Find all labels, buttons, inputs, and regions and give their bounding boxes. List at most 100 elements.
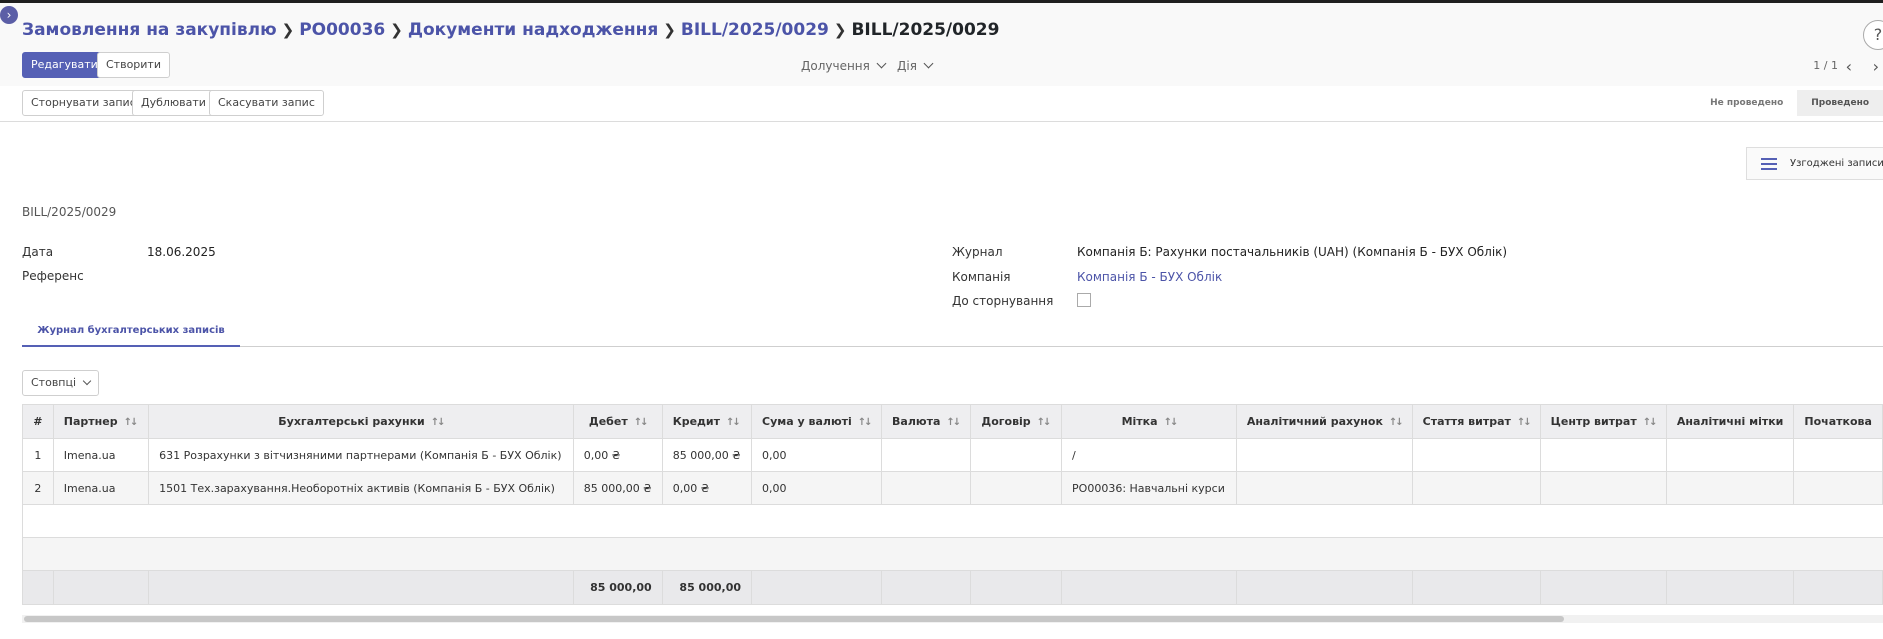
duplicate-button[interactable]: Дублювати <box>132 90 215 116</box>
col-currency[interactable]: Валюта ↑↓ <box>881 404 972 439</box>
sort-icon: ↑↓ <box>726 417 741 428</box>
reverse-entry-button[interactable]: Сторнувати запис <box>22 90 145 116</box>
cell-contract <box>970 471 1063 505</box>
chevron-down-icon <box>876 58 887 69</box>
cell-currency <box>881 471 972 505</box>
cell-partner: Imena.ua <box>52 471 150 505</box>
col-accounts[interactable]: Бухгалтерські рахунки ↑↓ <box>148 404 574 439</box>
sort-icon: ↑↓ <box>857 417 873 428</box>
col-debit[interactable]: Дебет ↑↓ <box>572 404 663 439</box>
sort-icon: ↑↓ <box>430 417 446 428</box>
edit-button[interactable]: Редагувати <box>22 52 107 78</box>
cell-analytic-tags <box>1665 471 1795 505</box>
cell-analytic-account <box>1235 471 1413 505</box>
status-bar: Сторнувати запис Дублювати Скасувати зап… <box>0 86 1883 122</box>
cell-debit: 0,00 ₴ <box>572 438 663 472</box>
col-contract[interactable]: Договір ↑↓ <box>970 404 1063 439</box>
columns-label: Стовпці <box>31 376 77 389</box>
chevron-down-icon <box>82 376 92 386</box>
empty-row <box>22 537 1883 571</box>
breadcrumb-po[interactable]: PO00036 <box>299 20 385 40</box>
cell-debit: 85 000,00 ₴ <box>572 471 663 505</box>
col-partner[interactable]: Партнер ↑↓ <box>52 404 150 439</box>
col-amount-currency[interactable]: Сума у валюті ↑↓ <box>751 404 883 439</box>
tab-journal-items[interactable]: Журнал бухгалтерських записів <box>22 321 240 347</box>
cell-cost-center <box>1539 471 1667 505</box>
breadcrumb-separator-icon: ❯ <box>281 21 295 39</box>
breadcrumb-receipts[interactable]: Документи надходження <box>408 20 658 40</box>
cancel-entry-button[interactable]: Скасувати запис <box>209 90 324 116</box>
cell-currency <box>881 438 972 472</box>
chevron-left-icon[interactable]: ‹ <box>1846 57 1852 76</box>
total-debit: 85 000,00 <box>572 570 663 605</box>
reconciled-entries-button[interactable]: Узгоджені записи <box>1746 147 1883 180</box>
chevron-down-icon <box>923 58 934 69</box>
cell-account: 1501 Тех.зарахування.Необоротніх активів… <box>148 471 574 505</box>
breadcrumb-separator-icon: ❯ <box>390 21 403 39</box>
status-draft[interactable]: Не проведено <box>1696 90 1797 116</box>
col-cost-center[interactable]: Центр витрат ↑↓ <box>1539 404 1667 439</box>
create-button[interactable]: Створити <box>97 52 170 78</box>
attachments-label: Долучення <box>801 59 870 73</box>
pager-value: 1 / 1 <box>1813 59 1838 72</box>
col-initial[interactable]: Початкова <box>1793 404 1883 439</box>
help-button[interactable]: ? <box>1863 20 1883 50</box>
col-analytic-account[interactable]: Аналітичний рахунок ↑↓ <box>1235 404 1413 439</box>
cell-label: / <box>1061 438 1237 472</box>
cell-contract <box>970 438 1063 472</box>
record-title: BILL/2025/0029 <box>22 205 117 219</box>
cell-amount-currency: 0,00 <box>751 471 883 505</box>
breadcrumb-bill[interactable]: BILL/2025/0029 <box>681 20 829 40</box>
table-row[interactable]: 2 Imena.ua 1501 Тех.зарахування.Необорот… <box>22 471 1883 505</box>
col-analytic-tags[interactable]: Аналітичні мітки <box>1665 404 1795 439</box>
cell-label: PO00036: Навчальні курси <box>1061 471 1237 505</box>
row-index: 2 <box>22 471 54 505</box>
total-credit: 85 000,00 <box>661 570 753 605</box>
cell-cost-center <box>1539 438 1667 472</box>
cell-analytic-account <box>1235 438 1413 472</box>
sort-icon: ↑↓ <box>633 417 649 428</box>
chevron-right-icon[interactable]: › <box>1873 57 1879 76</box>
cell-partner: Imena.ua <box>52 438 150 472</box>
cell-credit: 0,00 ₴ <box>661 471 753 505</box>
breadcrumb-separator-icon: ❯ <box>833 21 847 39</box>
breadcrumb-purchase-orders[interactable]: Замовлення на закупівлю <box>22 20 277 40</box>
col-index: # <box>22 404 54 439</box>
cell-amount-currency: 0,00 <box>751 438 883 472</box>
journal-value: Компанія Б: Рахунки постачальників (UAH)… <box>1077 245 1508 259</box>
attachments-dropdown[interactable]: Долучення <box>801 58 887 73</box>
breadcrumb-current: BILL/2025/0029 <box>851 20 1000 40</box>
to-reverse-label: До сторнування <box>952 294 1054 308</box>
journal-label: Журнал <box>952 245 1003 259</box>
cell-expense-item <box>1411 471 1541 505</box>
sidebar-toggle-icon[interactable]: › <box>0 6 18 24</box>
col-label[interactable]: Мітка ↑↓ <box>1061 404 1237 439</box>
status-posted[interactable]: Проведено <box>1797 90 1883 116</box>
col-expense-item[interactable]: Стаття витрат ↑↓ <box>1411 404 1541 439</box>
columns-button[interactable]: Стовпці <box>22 370 100 396</box>
cell-initial <box>1793 438 1883 472</box>
company-label: Компанія <box>952 270 1011 284</box>
totals-row: 85 000,00 85 000,00 <box>22 570 1883 605</box>
sort-icon: ↑↓ <box>1163 417 1179 428</box>
table-row[interactable]: 1 Imena.ua 631 Розрахунки з вітчизняними… <box>22 438 1883 472</box>
empty-row <box>22 504 1883 538</box>
to-reverse-checkbox[interactable] <box>1077 293 1091 307</box>
journal-items-table: # Партнер ↑↓ Бухгалтерські рахунки ↑↓ Дебе… <box>22 404 1883 605</box>
breadcrumb: Замовлення на закупівлю ❯ PO00036 ❯ Документ… <box>22 20 999 40</box>
form-sheet: Узгоджені записи BILL/2025/0029 Дата 18.… <box>0 122 1883 639</box>
action-label: Дія <box>897 59 917 73</box>
col-credit[interactable]: Кредит ↑↓ <box>661 404 753 439</box>
sort-icon: ↑↓ <box>1642 417 1658 428</box>
scrollbar-thumb[interactable] <box>24 616 1564 622</box>
date-value: 18.06.2025 <box>147 245 216 259</box>
reference-label: Референс <box>22 269 84 283</box>
company-link[interactable]: Компанія Б - БУХ Облік <box>1077 270 1222 284</box>
horizontal-scrollbar[interactable] <box>22 615 1883 623</box>
action-dropdown[interactable]: Дія <box>897 58 934 73</box>
date-label: Дата <box>22 245 54 259</box>
sort-icon: ↑↓ <box>123 417 139 428</box>
cell-account: 631 Розрахунки з вітчизняними партнерами… <box>148 438 574 472</box>
sort-icon: ↑↓ <box>1388 417 1404 428</box>
reconciled-entries-label: Узгоджені записи <box>1790 158 1883 169</box>
